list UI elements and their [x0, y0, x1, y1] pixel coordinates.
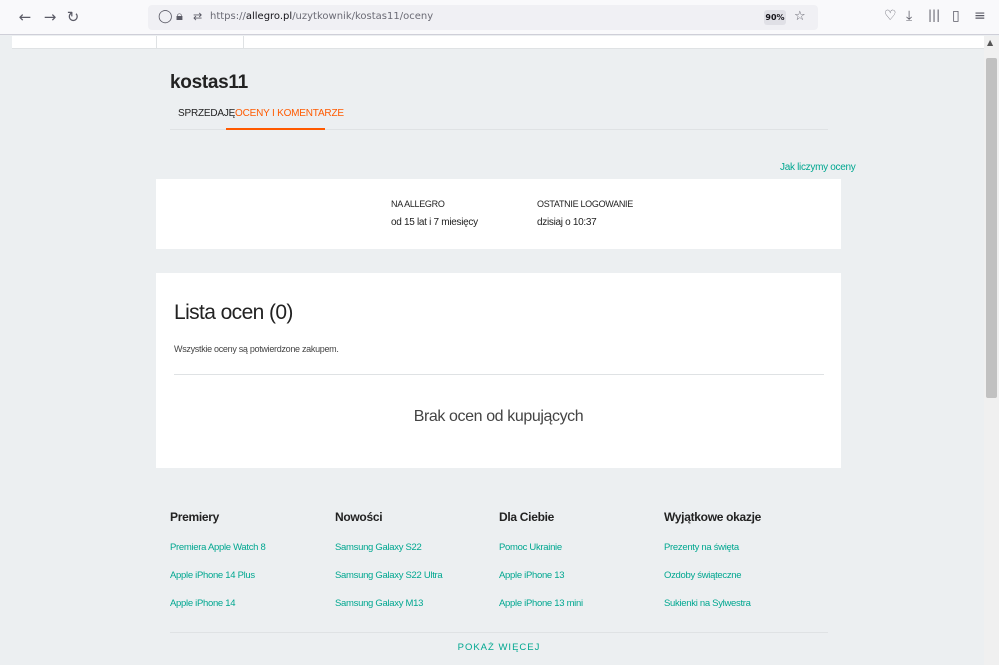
footer-link[interactable]: Apple iPhone 14 Plus	[170, 570, 330, 598]
divider	[174, 374, 824, 375]
how-we-count-link[interactable]: Jak liczymy oceny	[780, 162, 856, 173]
footer-heading: Wyjątkowe okazje	[664, 510, 762, 524]
footer-link[interactable]: Apple iPhone 14	[170, 598, 330, 626]
seller-info-card: NA ALLEGRO od 15 lat i 7 miesięcy OSTATN…	[156, 179, 841, 249]
back-icon[interactable]: ←	[16, 8, 34, 26]
library-icon[interactable]: |||	[928, 8, 940, 22]
show-more-button[interactable]: POKAŻ WIĘCEJ	[170, 642, 828, 653]
footer-link[interactable]: Premiera Apple Watch 8	[170, 542, 330, 570]
reload-icon[interactable]: ↻	[64, 8, 82, 26]
footer-heading: Premiery	[170, 510, 219, 524]
footer-column-nowosci: Nowości Samsung Galaxy S22 Samsung Galax…	[335, 510, 495, 626]
active-tab-indicator	[226, 128, 325, 130]
footer-column-wyjatkowe-okazje: Wyjątkowe okazje Prezenty na święta Ozdo…	[664, 510, 824, 626]
empty-state-message: Brak ocen od kupujących	[413, 408, 584, 425]
last-login-value: dzisiaj o 10:37	[537, 217, 597, 228]
footer-link[interactable]: Apple iPhone 13 mini	[499, 598, 659, 626]
bookmark-star-icon[interactable]: ☆	[794, 9, 806, 24]
footer-heading: Dla Ciebie	[499, 510, 555, 524]
zoom-indicator[interactable]: 90%	[764, 10, 786, 25]
pocket-icon[interactable]: ♡	[884, 8, 897, 24]
footer-link[interactable]: Samsung Galaxy S22 Ultra	[335, 570, 495, 598]
lock-icon[interactable]: 🔒︎	[176, 9, 183, 24]
footer-link[interactable]: Sukienki na Sylwestra	[664, 598, 824, 626]
menu-icon[interactable]: ≡	[974, 8, 986, 24]
on-allegro-value: od 15 lat i 7 miesięcy	[391, 217, 478, 228]
header-tab	[156, 36, 244, 49]
footer-link[interactable]: Ozdoby świąteczne	[664, 570, 824, 598]
shield-icon[interactable]: ◯	[158, 9, 173, 24]
scrollbar-thumb[interactable]	[986, 58, 997, 398]
ratings-title: Lista ocen (0)	[174, 301, 293, 324]
footer-link[interactable]: Prezenty na święta	[664, 542, 824, 570]
url-text[interactable]: https://allegro.pl/uzytkownik/kostas11/o…	[210, 11, 433, 22]
permissions-icon[interactable]: ⇄	[193, 10, 202, 23]
forward-icon[interactable]: →	[41, 8, 59, 26]
scroll-up-icon[interactable]: ▲	[987, 38, 993, 47]
header-strip	[12, 36, 984, 49]
footer-column-premiery: Premiery Premiera Apple Watch 8 Apple iP…	[170, 510, 330, 626]
ratings-list-card: Lista ocen (0) Wszystkie oceny są potwie…	[156, 273, 841, 468]
footer-heading: Nowości	[335, 510, 383, 524]
sidebar-icon[interactable]: ▯	[952, 8, 960, 24]
footer-link[interactable]: Pomoc Ukrainie	[499, 542, 659, 570]
address-bar[interactable]: ◯ 🔒︎ ⇄ https://allegro.pl/uzytkownik/kos…	[148, 5, 818, 30]
footer-link[interactable]: Samsung Galaxy S22	[335, 542, 495, 570]
page-scrollbar[interactable]: ▲	[984, 36, 999, 665]
on-allegro-label: NA ALLEGRO	[391, 199, 445, 209]
footer-link[interactable]: Samsung Galaxy M13	[335, 598, 495, 626]
footer-divider	[170, 632, 828, 633]
tab-selling[interactable]: SPRZEDAJĘ	[178, 108, 235, 119]
browser-toolbar: ← → ↻ ◯ 🔒︎ ⇄ https://allegro.pl/uzytkown…	[0, 0, 999, 35]
last-login-label: OSTATNIE LOGOWANIE	[537, 199, 633, 209]
ratings-subtitle: Wszystkie oceny są potwierdzone zakupem.	[174, 344, 339, 354]
page-title: kostas11	[170, 72, 248, 93]
profile-tabs: SPRZEDAJĘ OCENY I KOMENTARZE	[170, 100, 828, 130]
download-icon[interactable]: ⤓	[906, 8, 912, 24]
footer-column-dla-ciebie: Dla Ciebie Pomoc Ukrainie Apple iPhone 1…	[499, 510, 659, 626]
page-content: kostas11 SPRZEDAJĘ OCENY I KOMENTARZE Ja…	[12, 36, 984, 665]
footer-link[interactable]: Apple iPhone 13	[499, 570, 659, 598]
tab-ratings[interactable]: OCENY I KOMENTARZE	[235, 108, 344, 119]
